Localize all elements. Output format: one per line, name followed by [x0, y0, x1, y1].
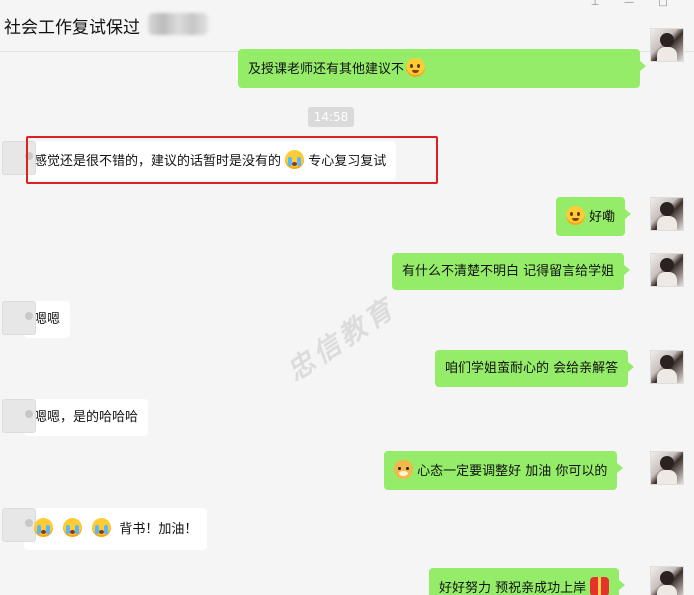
message-bubble-out[interactable]: 心态一定要调整好 加油 你可以的 [384, 451, 624, 490]
message-bubble-out[interactable]: 有什么不清楚不明白 记得留言给学姐 [392, 253, 631, 290]
message-text: 背书！加油！ [119, 522, 198, 537]
message-text: 好嘞 [589, 210, 616, 225]
avatar[interactable] [2, 399, 36, 433]
message-text: 嗯嗯，是的哈哈哈 [34, 410, 139, 425]
chat-title: 社会工作复试保过 [4, 18, 140, 38]
message-text: 好好努力 预祝亲成功上岸 [439, 581, 587, 595]
watermark: 忠信教育 [281, 292, 402, 388]
message-bubble-out[interactable]: 及授课老师还有其他建议不 [238, 49, 646, 88]
pin-icon[interactable]: ⊥ [586, 0, 604, 8]
message-bubble-in[interactable]: 背书！加油！ [2, 508, 208, 550]
message-text: 及授课老师还有其他建议不 [248, 62, 405, 77]
crying-face-icon [34, 518, 53, 537]
minimize-icon[interactable]: — [620, 0, 638, 8]
message-bubble-out[interactable]: 咱们学姐蛮耐心的 会给亲解答 [435, 350, 635, 387]
avatar[interactable] [2, 301, 36, 335]
avatar[interactable] [650, 566, 684, 595]
crying-face-icon [63, 518, 83, 537]
avatar[interactable] [650, 253, 684, 287]
message-text: 心态一定要调整好 加油 你可以的 [417, 464, 608, 479]
message-text: 有什么不清楚不明白 记得留言给学姐 [402, 264, 615, 279]
message-bubble-out[interactable]: 好嘞 [556, 197, 632, 236]
shush-face-icon [566, 206, 585, 225]
avatar[interactable] [650, 451, 684, 485]
avatar[interactable] [2, 508, 36, 542]
crying-face-icon [92, 518, 112, 537]
chat-title-bar: 社会工作复试保过 ⊥ — □ [0, 0, 694, 52]
avatar[interactable] [650, 28, 684, 62]
avatar[interactable] [650, 197, 684, 231]
message-bubble-in[interactable]: 嗯嗯 [2, 301, 71, 338]
smirk-face-icon [406, 58, 426, 77]
message-timestamp: 14:58 [308, 107, 354, 127]
message-text: 嗯嗯 [34, 312, 61, 327]
red-highlight-box [26, 136, 438, 184]
close-icon[interactable]: □ [654, 0, 672, 8]
blurred-title-suffix [148, 13, 208, 35]
message-text: 咱们学姐蛮耐心的 会给亲解答 [445, 361, 619, 376]
avatar[interactable] [650, 350, 684, 384]
message-bubble-out[interactable]: 好好努力 预祝亲成功上岸 [429, 568, 626, 595]
doge-icon [394, 460, 413, 479]
gift-icon [590, 577, 610, 595]
message-bubble-in[interactable]: 嗯嗯，是的哈哈哈 [2, 399, 149, 436]
